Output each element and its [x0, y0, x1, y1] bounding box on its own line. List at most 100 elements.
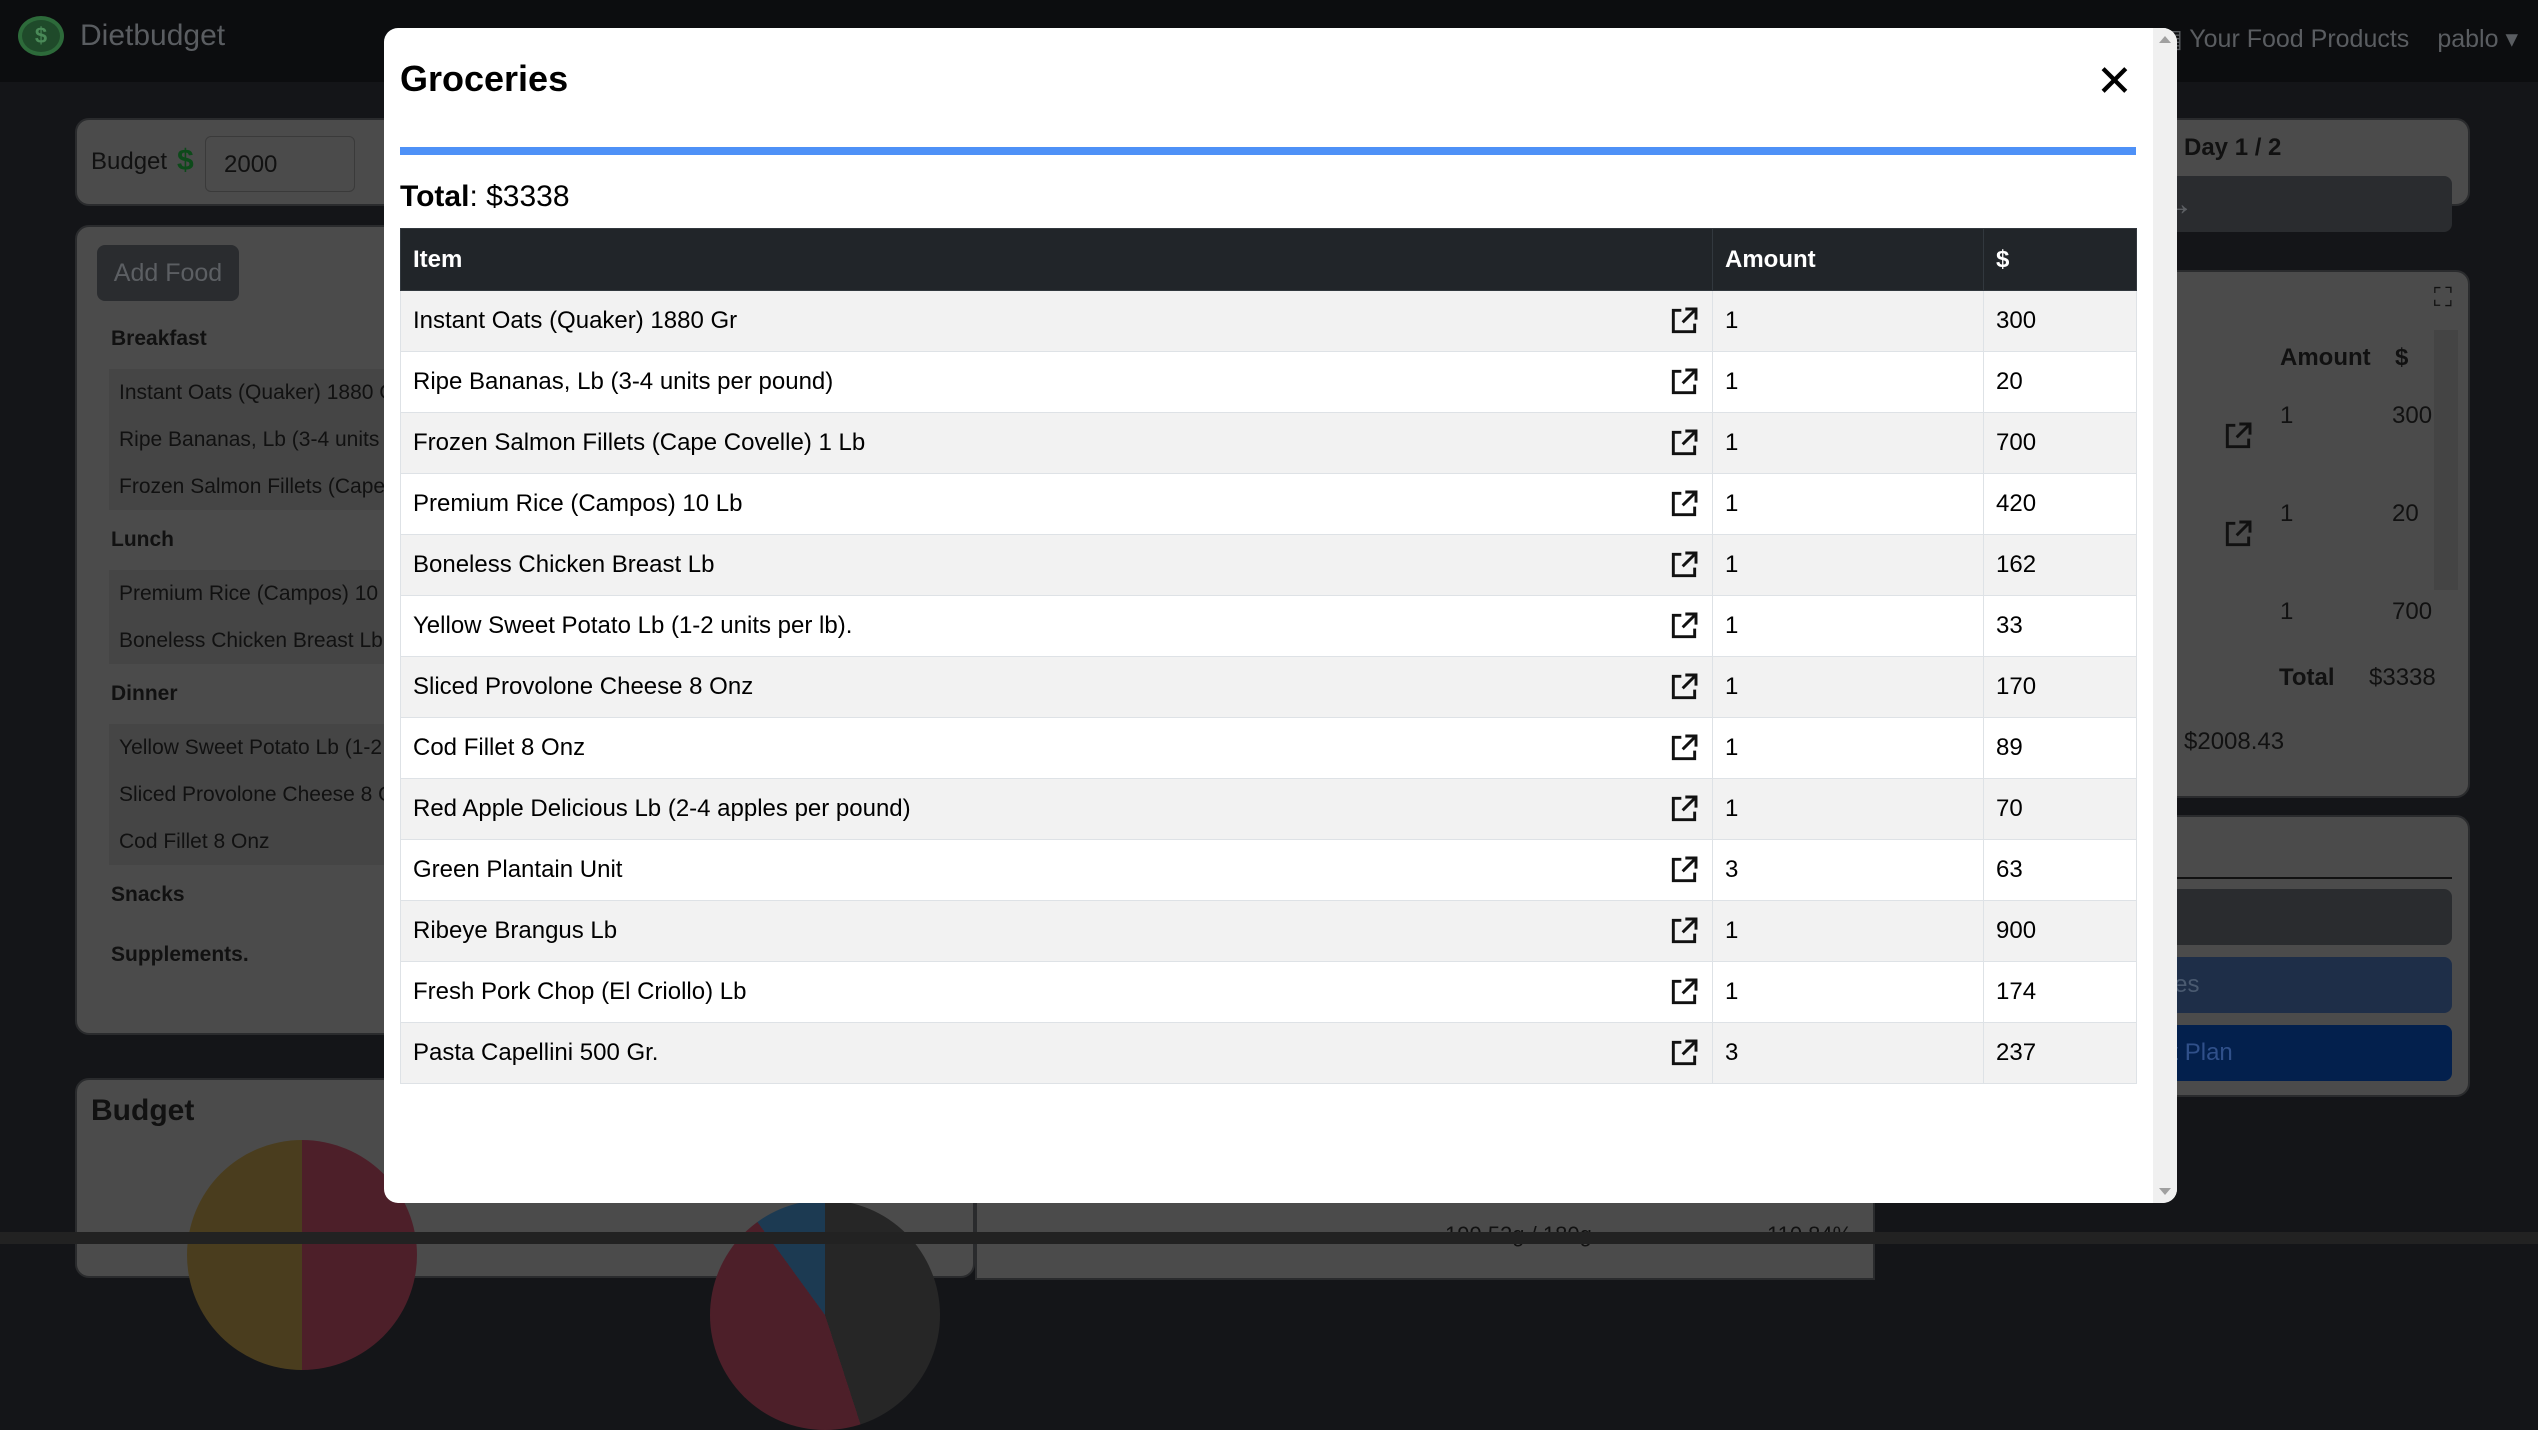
scroll-up-icon[interactable]: [2159, 36, 2171, 43]
external-link-icon[interactable]: [1668, 610, 1700, 642]
item-amount: 3: [1712, 1022, 1984, 1084]
mini-price: 20: [2392, 500, 2419, 527]
table-row: Instant Oats (Quaker) 1880 Gr 1 300: [400, 290, 2137, 352]
dollar-icon: $: [177, 144, 194, 177]
user-menu[interactable]: pablo ▾: [2437, 24, 2518, 54]
item-price: 700: [1983, 412, 2137, 474]
item-name: Cod Fillet 8 Onz: [413, 734, 586, 761]
item-price: 162: [1983, 534, 2137, 596]
table-row: Yellow Sweet Potato Lb (1-2 units per lb…: [400, 595, 2137, 657]
item-amount: 1: [1712, 961, 1984, 1023]
mini-amount: 1: [2280, 598, 2294, 625]
item-amount: 1: [1712, 290, 1984, 352]
table-row: Pasta Capellini 500 Gr. 3 237: [400, 1022, 2137, 1084]
mini-scrollbar[interactable]: [2434, 330, 2458, 590]
item-price: 70: [1983, 778, 2137, 840]
item-name: Ripe Bananas, Lb (3-4 units per pound): [413, 368, 834, 395]
external-link-icon[interactable]: [1668, 854, 1700, 886]
dollar-logo-icon: $: [18, 16, 64, 56]
external-link-icon[interactable]: [1668, 671, 1700, 703]
external-link-icon[interactable]: [1668, 305, 1700, 337]
item-amount: 1: [1712, 473, 1984, 535]
item-price: 300: [1983, 290, 2137, 352]
table-row: Premium Rice (Campos) 10 Lb 1 420: [400, 473, 2137, 535]
item-amount: 1: [1712, 412, 1984, 474]
table-row: Fresh Pork Chop (El Criollo) Lb 1 174: [400, 961, 2137, 1023]
expand-icon[interactable]: ⛶: [2434, 282, 2452, 314]
other-value: $2008.43: [2184, 728, 2285, 755]
total-label: Total: [400, 180, 470, 213]
item-amount: 3: [1712, 839, 1984, 901]
user-name: pablo: [2437, 25, 2499, 53]
item-price: 20: [1983, 351, 2137, 413]
mini-amount-header: Amount: [2280, 344, 2371, 371]
header-amount: Amount: [1712, 228, 1984, 291]
table-row: Boneless Chicken Breast Lb 1 162: [400, 534, 2137, 596]
item-name: Ribeye Brangus Lb: [413, 917, 618, 944]
mini-total-value: $3338: [2369, 664, 2436, 691]
mini-price-header: $: [2395, 344, 2409, 371]
table-row: Cod Fillet 8 Onz 1 89: [400, 717, 2137, 779]
item-price: 900: [1983, 900, 2137, 962]
external-link-icon[interactable]: [1668, 366, 1700, 398]
external-link-icon[interactable]: [1668, 976, 1700, 1008]
item-name: Premium Rice (Campos) 10 Lb: [413, 490, 743, 517]
item-name: Yellow Sweet Potato Lb (1-2 units per lb…: [413, 612, 853, 639]
add-food-button[interactable]: Add Food: [97, 245, 239, 301]
header-price: $: [1983, 228, 2137, 291]
item-amount: 1: [1712, 778, 1984, 840]
external-link-icon[interactable]: [1668, 1037, 1700, 1069]
external-link-icon[interactable]: [1668, 488, 1700, 520]
budget-label: Budget: [91, 148, 168, 175]
item-amount: 1: [1712, 595, 1984, 657]
external-link-icon[interactable]: [2222, 420, 2254, 452]
item-name: Instant Oats (Quaker) 1880 Gr: [413, 307, 738, 334]
day-label: Day 1 / 2: [2184, 134, 2282, 161]
table-row: Red Apple Delicious Lb (2-4 apples per p…: [400, 778, 2137, 840]
item-price: 63: [1983, 839, 2137, 901]
budget-donut: [187, 1140, 417, 1370]
brand-link[interactable]: $ Dietbudget: [18, 16, 225, 56]
budget-input[interactable]: 2000: [205, 136, 355, 192]
item-name: Red Apple Delicious Lb (2-4 apples per p…: [413, 795, 911, 822]
external-link-icon[interactable]: [1668, 793, 1700, 825]
item-amount: 1: [1712, 656, 1984, 718]
header-item: Item: [400, 228, 1713, 291]
item-price: 420: [1983, 473, 2137, 535]
modal-divider: [400, 147, 2136, 155]
brand-name: Dietbudget: [80, 19, 226, 52]
item-name: Frozen Salmon Fillets (Cape Covelle) 1 L…: [413, 429, 866, 456]
external-link-icon[interactable]: [1668, 549, 1700, 581]
scroll-down-icon[interactable]: [2159, 1188, 2171, 1195]
nav-food-products-label: Your Food Products: [2189, 25, 2410, 53]
caret-down-icon: ▾: [2505, 25, 2518, 53]
mini-total-label: Total: [2279, 664, 2335, 691]
item-amount: 1: [1712, 900, 1984, 962]
table-row: Ripe Bananas, Lb (3-4 units per pound) 1 2…: [400, 351, 2137, 413]
table-row: Green Plantain Unit 3 63: [400, 839, 2137, 901]
item-price: 174: [1983, 961, 2137, 1023]
groceries-modal: Groceries ✕ Total: $3338 Item Amount $ I…: [384, 28, 2177, 1203]
mini-amount: 1: [2280, 402, 2294, 429]
mini-amount: 1: [2280, 500, 2294, 527]
table-row: Sliced Provolone Cheese 8 Onz 1 170: [400, 656, 2137, 718]
table-row: Ribeye Brangus Lb 1 900: [400, 900, 2137, 962]
nav-food-products[interactable]: ▤ Your Food Products: [2159, 24, 2409, 54]
item-amount: 1: [1712, 534, 1984, 596]
close-icon[interactable]: ✕: [2096, 60, 2133, 104]
table-row: Frozen Salmon Fillets (Cape Covelle) 1 L…: [400, 412, 2137, 474]
item-name: Pasta Capellini 500 Gr.: [413, 1039, 659, 1066]
external-link-icon[interactable]: [2222, 518, 2254, 550]
item-price: 170: [1983, 656, 2137, 718]
groceries-table: Item Amount $ Instant Oats (Quaker) 1880…: [400, 228, 2137, 1084]
mini-price: 700: [2392, 598, 2433, 625]
modal-total: Total: $3338: [400, 180, 570, 214]
modal-scrollbar[interactable]: [2153, 28, 2177, 1203]
mini-price: 300: [2392, 402, 2433, 429]
item-name: Green Plantain Unit: [413, 856, 623, 883]
external-link-icon[interactable]: [1668, 915, 1700, 947]
external-link-icon[interactable]: [1668, 732, 1700, 764]
budget-chart-title: Budget: [91, 1094, 195, 1127]
page-scrollbar[interactable]: [0, 1232, 2538, 1244]
external-link-icon[interactable]: [1668, 427, 1700, 459]
